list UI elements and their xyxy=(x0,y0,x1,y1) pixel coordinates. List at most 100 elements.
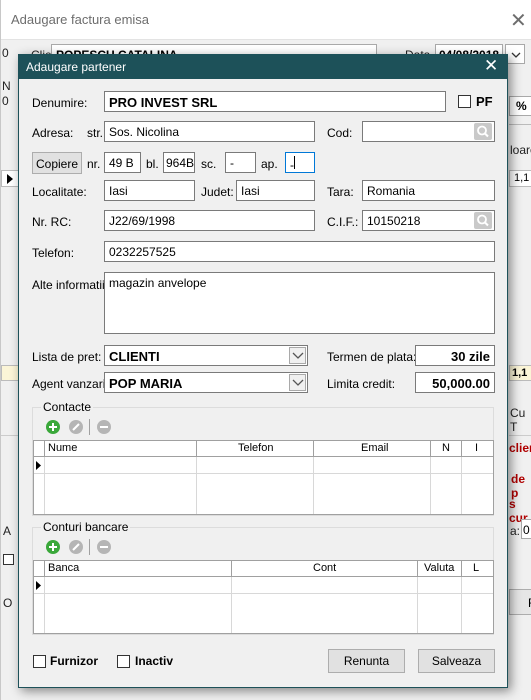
grid-line xyxy=(231,577,232,633)
renunta-button[interactable]: Renunta xyxy=(328,649,405,673)
inactiv-checkbox[interactable] xyxy=(117,655,130,668)
add-partner-dialog: Adaugare partener ✕ Denumire: PRO INVEST… xyxy=(18,54,508,688)
parent-fragment: N xyxy=(2,79,11,93)
grid-line xyxy=(196,457,197,514)
text-caret xyxy=(294,156,295,169)
parent-field[interactable]: 0 xyxy=(521,519,531,539)
agent-vanzari-select[interactable]: POP MARIA xyxy=(104,372,308,393)
bl-input[interactable]: 964B xyxy=(163,152,195,173)
parent-close-icon[interactable]: ✕ xyxy=(510,8,527,33)
parent-fragment: a: xyxy=(510,524,521,538)
parent-date-dropdown[interactable] xyxy=(505,44,525,64)
column-header-i[interactable]: I xyxy=(475,442,478,454)
toolbar-separator xyxy=(89,539,90,555)
grid-line xyxy=(313,441,314,457)
limita-credit-label: Limita credit: xyxy=(327,377,396,391)
agent-vanzari-value: POP MARIA xyxy=(109,376,183,391)
search-icon xyxy=(477,214,489,227)
pf-checkbox[interactable] xyxy=(458,95,471,108)
add-icon[interactable] xyxy=(45,539,61,555)
agent-dropdown-button[interactable] xyxy=(289,374,306,391)
search-icon xyxy=(477,125,489,138)
grid-line xyxy=(461,457,462,514)
nrrc-label: Nr. RC: xyxy=(32,215,72,229)
conturi-grid[interactable]: Banca Cont Valuta L xyxy=(33,560,494,634)
parent-fragment: A xyxy=(3,524,12,538)
delete-icon[interactable] xyxy=(96,419,112,435)
column-header-banca[interactable]: Banca xyxy=(48,562,79,574)
judet-input[interactable]: Iasi xyxy=(236,180,315,201)
column-header-n[interactable]: N xyxy=(442,442,450,454)
dialog-titlebar: Adaugare partener ✕ xyxy=(19,55,507,79)
add-icon[interactable] xyxy=(45,419,61,435)
grid-line xyxy=(196,441,197,457)
parent-pct-field[interactable]: % xyxy=(509,96,531,116)
parent-warning-text: de p xyxy=(511,472,526,500)
limita-credit-input[interactable]: 50,000.00 xyxy=(415,372,495,393)
grid-line xyxy=(461,577,462,633)
toolbar-separator xyxy=(89,419,90,435)
denumire-input[interactable]: PRO INVEST SRL xyxy=(104,91,446,112)
column-header-telefon[interactable]: Telefon xyxy=(238,442,273,454)
divider xyxy=(509,435,531,436)
telefon-label: Telefon: xyxy=(32,246,75,260)
nr-input[interactable]: 49 B xyxy=(104,152,141,173)
sc-input[interactable]: - xyxy=(225,152,256,173)
inactiv-label: Inactiv xyxy=(135,654,174,668)
parent-warning-text: clien xyxy=(509,441,531,455)
parent-total-value: 1,1 xyxy=(514,172,530,184)
parent-fragment-cu: Cu T xyxy=(510,406,526,434)
lista-pret-value: CLIENTI xyxy=(109,349,160,364)
bl-label: bl. xyxy=(146,157,159,171)
column-header-email[interactable]: Email xyxy=(361,442,389,454)
cif-search-button[interactable] xyxy=(474,212,492,229)
grid-line xyxy=(461,561,462,577)
furnizor-checkbox[interactable] xyxy=(33,655,46,668)
lista-pret-dropdown-button[interactable] xyxy=(289,347,306,364)
localitate-input[interactable]: Iasi xyxy=(104,180,195,201)
cod-search-button[interactable] xyxy=(474,123,492,140)
copiere-button[interactable]: Copiere xyxy=(32,152,82,174)
agent-vanzari-label: Agent vanzari: xyxy=(32,377,109,391)
grid-line xyxy=(430,441,431,457)
column-header-nume[interactable]: Nume xyxy=(48,442,77,454)
grid-line xyxy=(34,473,493,474)
parent-column-header: loare xyxy=(510,143,531,157)
contacte-grid-header: Nume Telefon Email N I xyxy=(34,441,493,457)
grid-line xyxy=(44,561,45,577)
grid-line xyxy=(44,457,45,514)
parent-row-selector[interactable] xyxy=(1,170,19,187)
tara-input[interactable]: Romania xyxy=(362,180,495,201)
column-header-valuta[interactable]: Valuta xyxy=(424,562,454,574)
edit-icon[interactable] xyxy=(68,539,84,555)
adresa-label: Adresa: xyxy=(32,126,74,140)
grid-line xyxy=(231,561,232,577)
row-pointer-icon xyxy=(7,174,13,184)
parent-fragment: O xyxy=(3,596,13,610)
street-input[interactable]: Sos. Nicolina xyxy=(104,121,315,142)
conturi-group-title: Conturi bancare xyxy=(41,520,131,534)
termen-plata-label: Termen de plata: xyxy=(327,350,417,364)
ap-input[interactable]: - xyxy=(285,152,315,173)
divider xyxy=(1,380,19,381)
parent-fragment: 0 xyxy=(2,94,9,108)
column-header-cont[interactable]: Cont xyxy=(313,562,336,574)
parent-checkbox[interactable] xyxy=(3,554,14,565)
lista-pret-select[interactable]: CLIENTI xyxy=(104,345,308,366)
column-header-l[interactable]: L xyxy=(473,562,479,574)
alte-info-textarea[interactable]: magazin anvelope xyxy=(104,272,495,334)
salveaza-button[interactable]: Salveaza xyxy=(418,649,495,673)
telefon-input[interactable]: 0232257525 xyxy=(104,241,495,262)
delete-icon[interactable] xyxy=(96,539,112,555)
termen-plata-input[interactable]: 30 zile xyxy=(415,345,495,366)
nrrc-input[interactable]: J22/69/1998 xyxy=(104,210,315,231)
parent-button[interactable]: R xyxy=(509,589,531,615)
chevron-down-icon xyxy=(292,379,303,386)
cif-label: C.I.F.: xyxy=(327,215,359,229)
parent-total-row-left xyxy=(1,365,19,381)
contacte-grid[interactable]: Nume Telefon Email N I xyxy=(33,440,494,515)
edit-icon[interactable] xyxy=(68,419,84,435)
nr-label: nr. xyxy=(87,157,101,171)
close-icon[interactable]: ✕ xyxy=(484,56,498,76)
divider xyxy=(1,435,19,436)
